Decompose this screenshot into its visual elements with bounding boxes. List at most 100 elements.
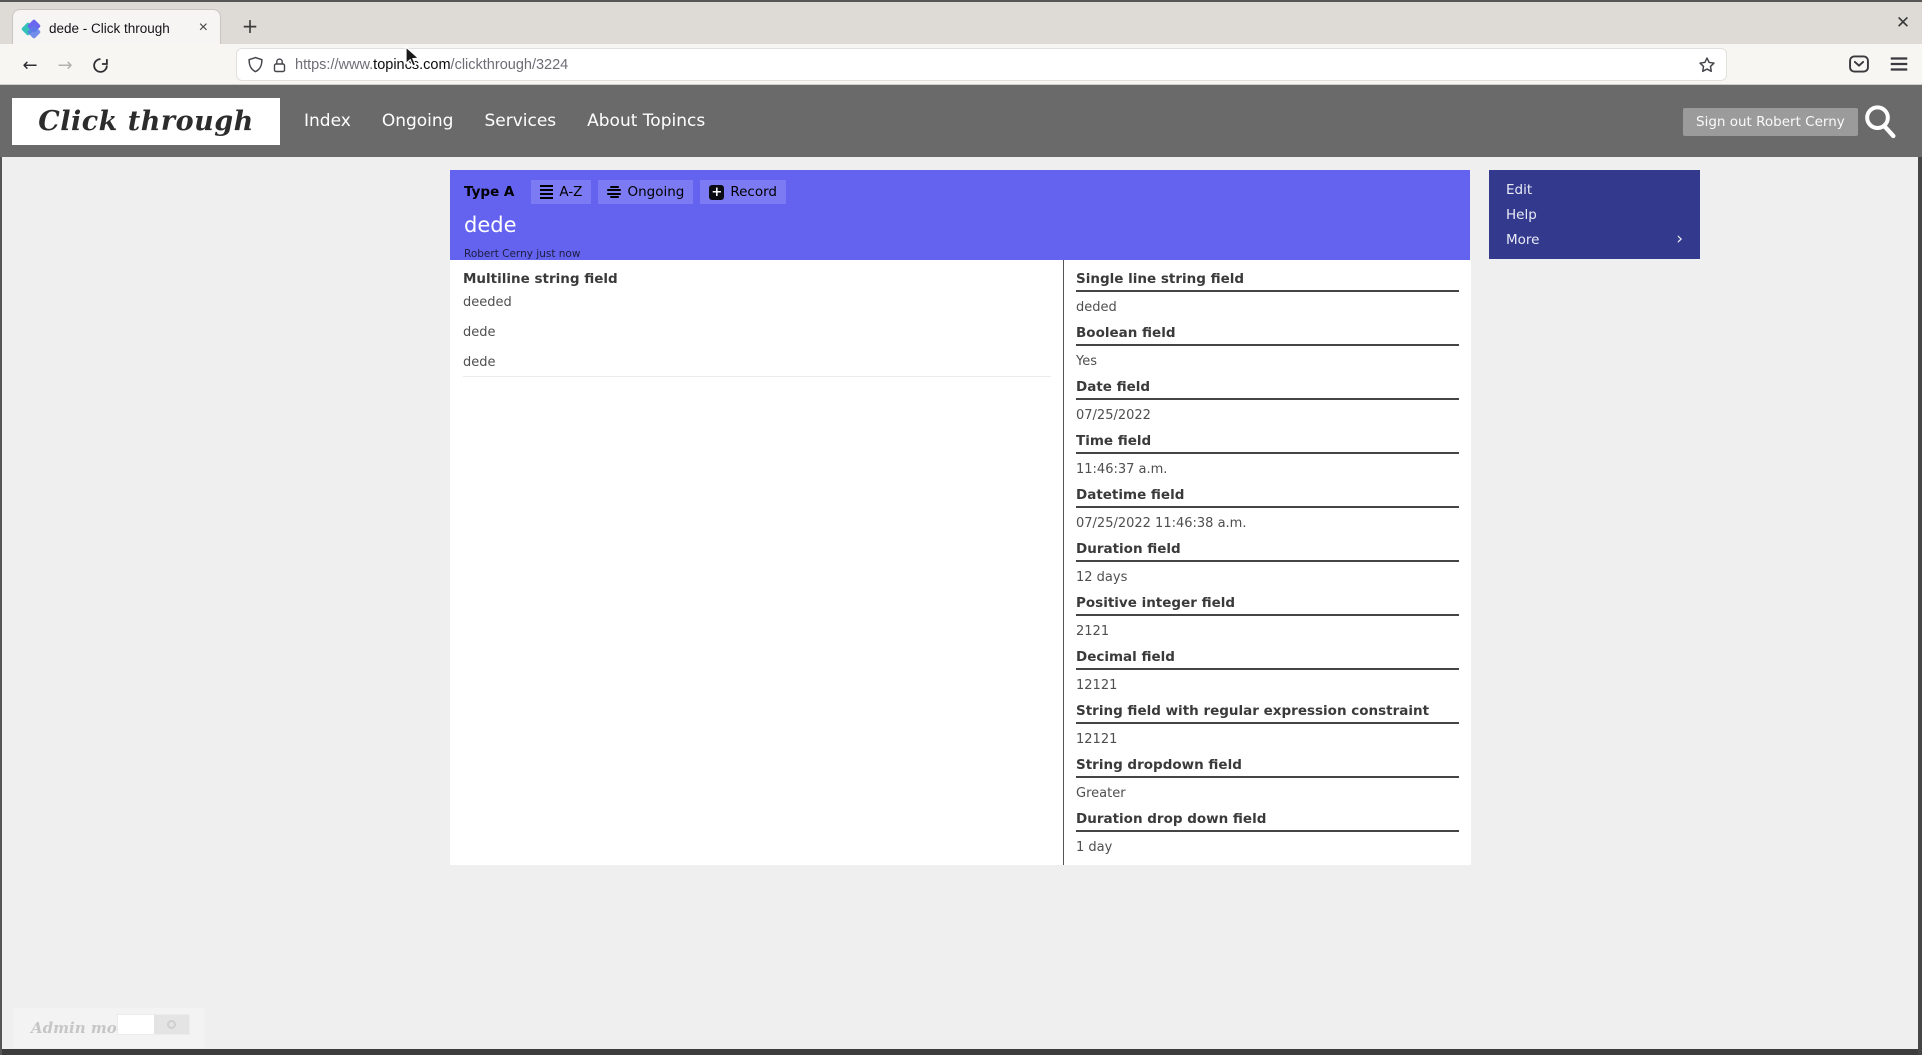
field-duration-dropdown: Duration drop down field 1 day bbox=[1076, 800, 1459, 854]
back-button[interactable]: ← bbox=[17, 52, 43, 78]
field-label: Duration drop down field bbox=[1076, 811, 1267, 827]
site-header: Click through Index Ongoing Services Abo… bbox=[0, 85, 1922, 157]
url-prefix: https://www. bbox=[295, 56, 374, 73]
field-string-regex: String field with regular expression con… bbox=[1076, 692, 1459, 746]
url-path: /clickthrough/3224 bbox=[450, 56, 569, 73]
url-bar[interactable]: https://www.topincs.com/clickthrough/322… bbox=[237, 49, 1726, 80]
reload-button[interactable] bbox=[87, 52, 113, 78]
field-value: 12121 bbox=[1076, 732, 1118, 746]
field-value: 12121 bbox=[1076, 678, 1118, 692]
toggle-on-half bbox=[118, 1015, 154, 1034]
divider bbox=[463, 376, 1051, 377]
toggle-knob-icon bbox=[166, 1020, 176, 1029]
topic-type-label: Type A bbox=[464, 184, 515, 200]
field-boolean: Boolean field Yes bbox=[1076, 314, 1459, 368]
field-label: Date field bbox=[1076, 379, 1151, 395]
menu-item-help[interactable]: Help bbox=[1489, 202, 1700, 227]
field-value: dede bbox=[463, 355, 496, 370]
site-logo-text: Click through bbox=[38, 106, 254, 137]
field-value: deeded bbox=[463, 295, 512, 310]
tab-close-icon[interactable]: × bbox=[197, 19, 210, 37]
field-value: 07/25/2022 bbox=[1076, 408, 1151, 422]
column-divider bbox=[1063, 260, 1064, 865]
topic-header-card: Type A A-Z Ongoing + Record dede Robert … bbox=[450, 170, 1470, 260]
field-value: 2121 bbox=[1076, 624, 1110, 638]
field-value: 1 day bbox=[1076, 840, 1113, 854]
field-datetime: Datetime field 07/25/2022 11:46:38 a.m. bbox=[1076, 476, 1459, 530]
field-time: Time field 11:46:37 a.m. bbox=[1076, 422, 1459, 476]
field-label: Boolean field bbox=[1076, 325, 1176, 341]
ongoing-label: Ongoing bbox=[627, 184, 685, 200]
tab-title: dede - Click through bbox=[49, 20, 170, 36]
field-value: dede bbox=[463, 325, 496, 340]
ongoing-sphere-icon bbox=[607, 185, 622, 199]
browser-toolbar: ← → https://www.topincs.com/clickthrough… bbox=[0, 44, 1922, 85]
nav-item-about-topincs[interactable]: About Topincs bbox=[587, 111, 705, 131]
field-label: Single line string field bbox=[1076, 271, 1245, 287]
pocket-save-icon[interactable] bbox=[1848, 53, 1870, 75]
fields-column: Single line string field deded Boolean f… bbox=[1076, 260, 1459, 854]
menu-item-edit-label: Edit bbox=[1506, 181, 1533, 198]
admin-mode-toggle[interactable] bbox=[117, 1014, 190, 1035]
browser-window: dede - Click through × + ✕ ← → https://w… bbox=[0, 0, 1922, 1055]
topic-title: dede bbox=[464, 213, 517, 237]
list-lines-icon bbox=[540, 185, 554, 199]
field-single-line-string: Single line string field deded bbox=[1076, 260, 1459, 314]
az-sort-button[interactable]: A-Z bbox=[531, 180, 592, 204]
field-value: Yes bbox=[1076, 354, 1097, 368]
nav-item-services[interactable]: Services bbox=[484, 111, 556, 131]
window-close-button[interactable]: ✕ bbox=[1890, 10, 1916, 36]
sign-out-button[interactable]: Sign out Robert Cerny bbox=[1683, 108, 1858, 136]
field-value: 07/25/2022 11:46:38 a.m. bbox=[1076, 516, 1247, 530]
url-text[interactable]: https://www.topincs.com/clickthrough/322… bbox=[295, 57, 1690, 73]
tab-strip: dede - Click through × + ✕ bbox=[0, 0, 1922, 46]
toggle-off-half bbox=[153, 1015, 189, 1034]
browser-tab[interactable]: dede - Click through × bbox=[12, 9, 221, 46]
nav-item-index[interactable]: Index bbox=[304, 111, 351, 131]
context-menu: Edit Help More › bbox=[1489, 170, 1700, 259]
field-value: 12 days bbox=[1076, 570, 1128, 584]
new-tab-button[interactable]: + bbox=[236, 12, 264, 40]
bookmark-star-icon[interactable] bbox=[1698, 56, 1716, 74]
record-button[interactable]: + Record bbox=[700, 180, 786, 204]
field-label: Decimal field bbox=[1076, 649, 1175, 665]
field-date: Date field 07/25/2022 bbox=[1076, 368, 1459, 422]
site-favicon-icon bbox=[20, 18, 42, 39]
field-label: Time field bbox=[1076, 433, 1152, 449]
site-logo[interactable]: Click through bbox=[12, 98, 280, 145]
nav-item-ongoing[interactable]: Ongoing bbox=[382, 111, 454, 131]
multiline-field-column: Multiline string field deeded dede dede bbox=[463, 260, 1051, 377]
az-sort-label: A-Z bbox=[559, 184, 583, 200]
field-label: String field with regular expression con… bbox=[1076, 703, 1430, 719]
ongoing-button[interactable]: Ongoing bbox=[598, 180, 694, 204]
field-duration: Duration field 12 days bbox=[1076, 530, 1459, 584]
field-value: deded bbox=[1076, 300, 1117, 314]
field-decimal: Decimal field 12121 bbox=[1076, 638, 1459, 692]
field-label: Datetime field bbox=[1076, 487, 1185, 503]
mouse-cursor bbox=[405, 46, 420, 67]
topic-meta: Robert Cerny just now bbox=[464, 248, 581, 260]
record-plus-icon: + bbox=[709, 184, 725, 200]
record-label: Record bbox=[730, 184, 777, 200]
menu-item-help-label: Help bbox=[1506, 206, 1537, 223]
field-label: Multiline string field bbox=[463, 271, 618, 287]
field-label: Positive integer field bbox=[1076, 595, 1236, 611]
chevron-right-icon: › bbox=[1676, 229, 1683, 249]
search-button[interactable] bbox=[1860, 101, 1900, 141]
field-string-dropdown: String dropdown field Greater bbox=[1076, 746, 1459, 800]
field-label: String dropdown field bbox=[1076, 757, 1242, 773]
reload-icon bbox=[92, 57, 108, 73]
menu-item-more-label: More bbox=[1506, 231, 1540, 248]
field-value: Greater bbox=[1076, 786, 1126, 800]
field-label: Duration field bbox=[1076, 541, 1181, 557]
app-menu-hamburger-icon[interactable] bbox=[1888, 53, 1910, 75]
tracking-shield-icon[interactable] bbox=[247, 56, 264, 73]
topic-content: Multiline string field deeded dede dede … bbox=[450, 260, 1471, 865]
search-icon bbox=[1865, 105, 1896, 139]
menu-item-more[interactable]: More › bbox=[1489, 227, 1700, 252]
field-value: 11:46:37 a.m. bbox=[1076, 462, 1168, 476]
menu-item-edit[interactable]: Edit bbox=[1489, 177, 1700, 202]
lock-icon[interactable] bbox=[272, 57, 287, 73]
forward-button: → bbox=[57, 54, 73, 76]
field-positive-integer: Positive integer field 2121 bbox=[1076, 584, 1459, 638]
